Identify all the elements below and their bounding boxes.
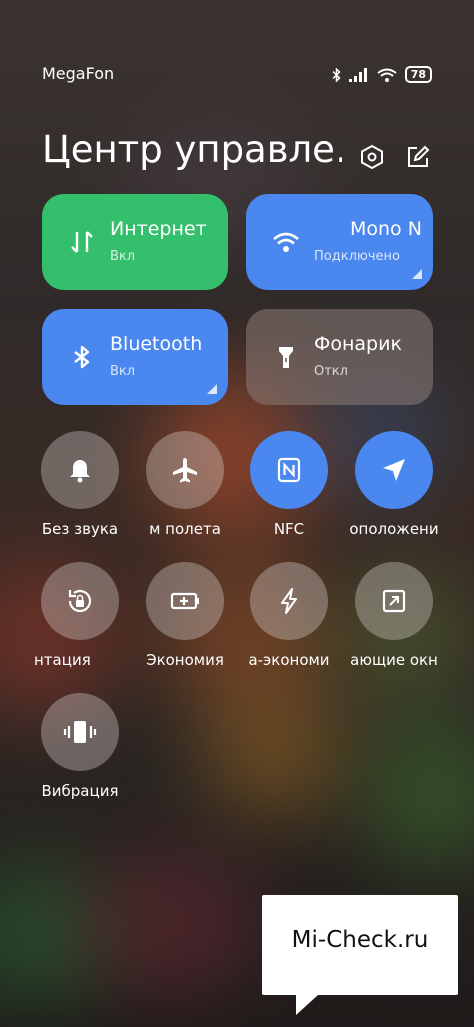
- edit-icon[interactable]: [405, 144, 431, 170]
- carrier-name: MegaFon: [42, 64, 115, 83]
- nfc-toggle[interactable]: [250, 431, 328, 509]
- location-icon: [383, 459, 405, 481]
- watermark-text: Mi-Check.ru: [291, 927, 429, 953]
- wifi-tile-label: Mono N: [350, 218, 422, 240]
- rotation-lock-icon: [68, 589, 92, 613]
- vibration-label: Вибрация: [41, 782, 119, 800]
- airplane-mode-label: м полета: [149, 520, 221, 538]
- location-label: оположени: [349, 520, 439, 538]
- airplane-mode-toggle[interactable]: [146, 431, 224, 509]
- bluetooth-status-icon: [332, 67, 341, 82]
- flashlight-icon: [279, 347, 293, 368]
- status-icons: 78: [332, 66, 432, 83]
- settings-hexagon-icon[interactable]: [359, 144, 385, 170]
- silent-label: Без звука: [41, 520, 119, 538]
- wifi-icon: [273, 232, 299, 252]
- floating-windows-label: ающие окн: [350, 651, 438, 669]
- flashlight-tile-status: Откл: [314, 364, 348, 379]
- battery-saver-toggle[interactable]: [146, 562, 224, 640]
- bluetooth-tile-label: Bluetooth: [110, 333, 203, 355]
- expand-corner-icon[interactable]: [412, 269, 422, 279]
- signal-icon: [348, 67, 367, 82]
- expand-corner-icon[interactable]: [207, 384, 217, 394]
- internet-tile-status: Вкл: [110, 249, 136, 264]
- page-title: Центр управле…: [42, 128, 342, 171]
- flashlight-tile-label: Фонарик: [314, 333, 402, 355]
- data-transfer-icon: [71, 231, 93, 253]
- battery-indicator: 78: [404, 66, 432, 83]
- internet-tile[interactable]: Интернет Вкл: [42, 194, 228, 290]
- callout-tail: [296, 995, 318, 1015]
- rotation-lock-toggle[interactable]: [41, 562, 119, 640]
- floating-windows-toggle[interactable]: [355, 562, 433, 640]
- bluetooth-icon: [74, 345, 90, 369]
- ultra-battery-saver-icon: [281, 588, 297, 614]
- ultra-battery-saver-toggle[interactable]: [250, 562, 328, 640]
- watermark-callout: Mi-Check.ru: [262, 895, 458, 1015]
- rotation-lock-label: нтация: [34, 651, 91, 669]
- nfc-label: NFC: [273, 520, 305, 538]
- battery-saver-icon: [170, 592, 199, 610]
- flashlight-tile[interactable]: Фонарик Откл: [246, 309, 433, 405]
- nfc-icon: [277, 457, 301, 483]
- bluetooth-tile[interactable]: Bluetooth Вкл: [42, 309, 228, 405]
- wifi-status-icon: [377, 68, 397, 82]
- wifi-tile[interactable]: Mono N Подключено: [246, 194, 433, 290]
- status-bar: MegaFon 78: [42, 64, 432, 86]
- silent-toggle[interactable]: [41, 431, 119, 509]
- vibration-icon: [63, 721, 97, 743]
- floating-window-icon: [382, 589, 406, 613]
- control-center-header: Центр управле…: [42, 124, 432, 180]
- location-toggle[interactable]: [355, 431, 433, 509]
- ultra-battery-saver-label: а-экономи: [248, 651, 330, 669]
- airplane-icon: [173, 458, 197, 483]
- bell-icon: [70, 460, 90, 483]
- internet-tile-label: Интернет: [110, 218, 207, 240]
- battery-saver-label: Экономия: [146, 651, 224, 669]
- wifi-tile-status: Подключено: [314, 249, 400, 264]
- vibration-toggle[interactable]: [41, 693, 119, 771]
- bluetooth-tile-status: Вкл: [110, 364, 136, 379]
